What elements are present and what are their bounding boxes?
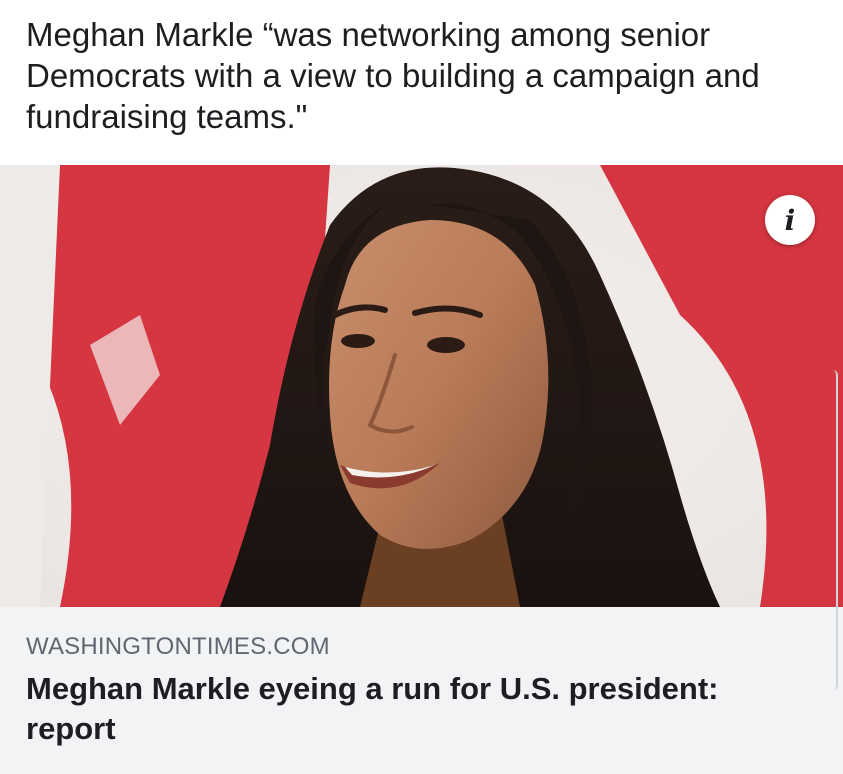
link-title[interactable]: Meghan Markle eyeing a run for U.S. pres… (26, 669, 816, 749)
link-preview-card[interactable]: i WASHINGTONTIMES.COM Meghan Markle eyei… (0, 165, 843, 774)
link-preview-image[interactable]: i (0, 165, 843, 607)
info-icon[interactable]: i (765, 195, 815, 245)
link-domain: WASHINGTONTIMES.COM (26, 633, 330, 660)
link-preview-meta[interactable]: WASHINGTONTIMES.COM Meghan Markle eyeing… (0, 607, 843, 774)
post-text: Meghan Markle “was networking among seni… (26, 16, 760, 135)
woman-portrait-image (0, 165, 843, 607)
scroll-edge (833, 370, 838, 690)
